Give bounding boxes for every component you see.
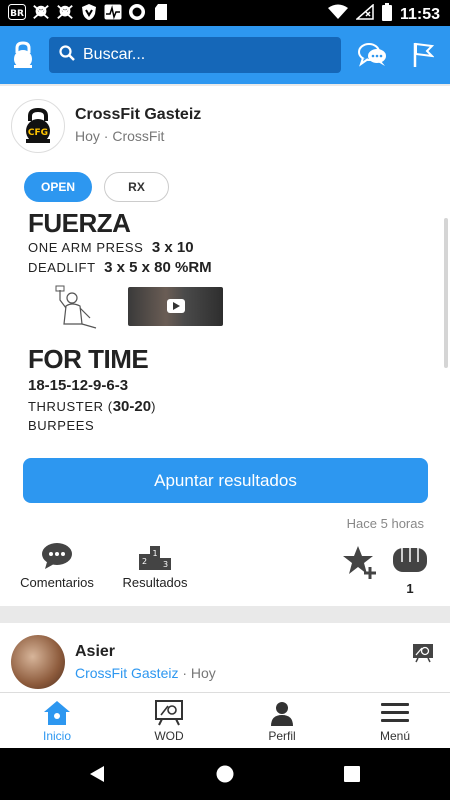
status-time: 11:53 bbox=[399, 5, 440, 23]
tab-rx[interactable]: RX bbox=[104, 172, 169, 202]
search-input[interactable]: Buscar... bbox=[49, 37, 341, 73]
record-icon bbox=[128, 3, 146, 21]
comment-icon bbox=[16, 542, 98, 570]
battery-icon bbox=[381, 3, 392, 26]
results-button[interactable]: 12 3 Resultados bbox=[115, 542, 195, 590]
wod-card: CFG CrossFit Gasteiz Hoy · CrossFit OPEN… bbox=[0, 86, 450, 606]
fist-icon bbox=[390, 544, 430, 576]
back-icon[interactable] bbox=[88, 765, 106, 788]
results-label: Resultados bbox=[122, 575, 188, 590]
user-avatar[interactable] bbox=[11, 635, 65, 689]
app-screen: BR 11:53 Buscar... CFG CrossFit Gasteiz … bbox=[0, 0, 450, 800]
br-icon: BR bbox=[8, 3, 26, 21]
nav-wod[interactable]: WOD bbox=[129, 699, 209, 743]
video-thumbnail[interactable] bbox=[128, 287, 223, 326]
nav-perfil-label: Perfil bbox=[268, 729, 296, 743]
nav-menu-label: Menú bbox=[379, 729, 411, 743]
wod-icon bbox=[412, 643, 434, 663]
skull-icon bbox=[56, 3, 74, 21]
svg-text:1: 1 bbox=[152, 549, 157, 558]
comments-button[interactable]: Comentarios bbox=[16, 542, 98, 590]
search-placeholder: Buscar... bbox=[83, 46, 146, 63]
podium-icon: 12 3 bbox=[115, 542, 195, 570]
exercise-line: DEADLIFT 3 x 5 x 80 %RM bbox=[28, 259, 212, 276]
exercise-line: ONE ARM PRESS 3 x 10 bbox=[28, 239, 194, 256]
nav-inicio[interactable]: Inicio bbox=[17, 699, 97, 743]
next-post-card: Asier CrossFit Gasteiz · Hoy bbox=[0, 623, 450, 693]
search-icon bbox=[59, 44, 75, 66]
system-nav-bar bbox=[0, 748, 450, 800]
no-signal-icon bbox=[354, 3, 374, 25]
user-name[interactable]: Asier bbox=[75, 643, 115, 661]
kettlebell-icon[interactable] bbox=[10, 41, 36, 69]
svg-text:CFG: CFG bbox=[28, 128, 48, 138]
recents-icon[interactable] bbox=[344, 766, 360, 787]
exercise-illustration[interactable] bbox=[52, 284, 100, 330]
section-title-for-time: FOR TIME bbox=[28, 344, 149, 374]
flag-icon[interactable] bbox=[412, 41, 435, 69]
kettlebell-logo-icon: CFG bbox=[26, 107, 50, 143]
menu-icon bbox=[355, 699, 435, 727]
person-icon bbox=[242, 699, 322, 727]
nav-wod-label: WOD bbox=[154, 729, 184, 743]
home-circle-icon[interactable] bbox=[216, 765, 234, 788]
post-subtitle: Hoy · CrossFit bbox=[75, 128, 165, 144]
skull-icon bbox=[32, 3, 50, 21]
svg-text:2: 2 bbox=[142, 557, 147, 566]
activity-icon bbox=[104, 3, 122, 21]
scrollbar[interactable] bbox=[444, 218, 448, 368]
svg-text:3: 3 bbox=[163, 560, 168, 569]
section-title-fuerza: FUERZA bbox=[28, 208, 131, 238]
star-plus-icon bbox=[342, 544, 378, 580]
status-system: 11:53 bbox=[327, 3, 440, 26]
fist-bump-button[interactable]: 1 bbox=[390, 544, 430, 596]
favorite-button[interactable] bbox=[342, 544, 378, 585]
post-time-ago: Hace 5 horas bbox=[346, 516, 424, 531]
chat-icon[interactable] bbox=[358, 42, 388, 68]
wod-icon bbox=[129, 699, 209, 727]
status-bar: BR 11:53 bbox=[0, 0, 450, 26]
tab-open[interactable]: OPEN bbox=[24, 172, 92, 202]
svg-text:BR: BR bbox=[10, 9, 24, 19]
post-subtitle: CrossFit Gasteiz · Hoy bbox=[75, 665, 216, 681]
exercise-line: BURPEES bbox=[28, 418, 95, 433]
play-icon bbox=[167, 299, 185, 313]
exercise-line: 18-15-12-9-6-3 bbox=[28, 377, 129, 394]
box-link[interactable]: CrossFit Gasteiz bbox=[75, 665, 178, 681]
nav-perfil[interactable]: Perfil bbox=[242, 699, 322, 743]
exercise-line: THRUSTER (30-20) bbox=[28, 398, 157, 415]
comments-label: Comentarios bbox=[20, 575, 94, 590]
shield-icon bbox=[80, 3, 98, 21]
fist-count: 1 bbox=[406, 581, 414, 596]
status-notifications: BR bbox=[8, 3, 170, 21]
bottom-nav: Inicio WOD Perfil Menú bbox=[0, 692, 450, 748]
box-avatar[interactable]: CFG bbox=[11, 99, 65, 153]
home-icon bbox=[17, 699, 97, 727]
nav-menu[interactable]: Menú bbox=[355, 699, 435, 743]
box-name[interactable]: CrossFit Gasteiz bbox=[75, 106, 201, 124]
wifi-icon bbox=[327, 4, 348, 25]
nav-inicio-label: Inicio bbox=[42, 729, 71, 743]
post-time: · Hoy bbox=[182, 665, 216, 681]
sd-card-icon bbox=[152, 3, 170, 21]
app-bar: Buscar... bbox=[0, 26, 450, 84]
log-results-button[interactable]: Apuntar resultados bbox=[23, 458, 428, 503]
